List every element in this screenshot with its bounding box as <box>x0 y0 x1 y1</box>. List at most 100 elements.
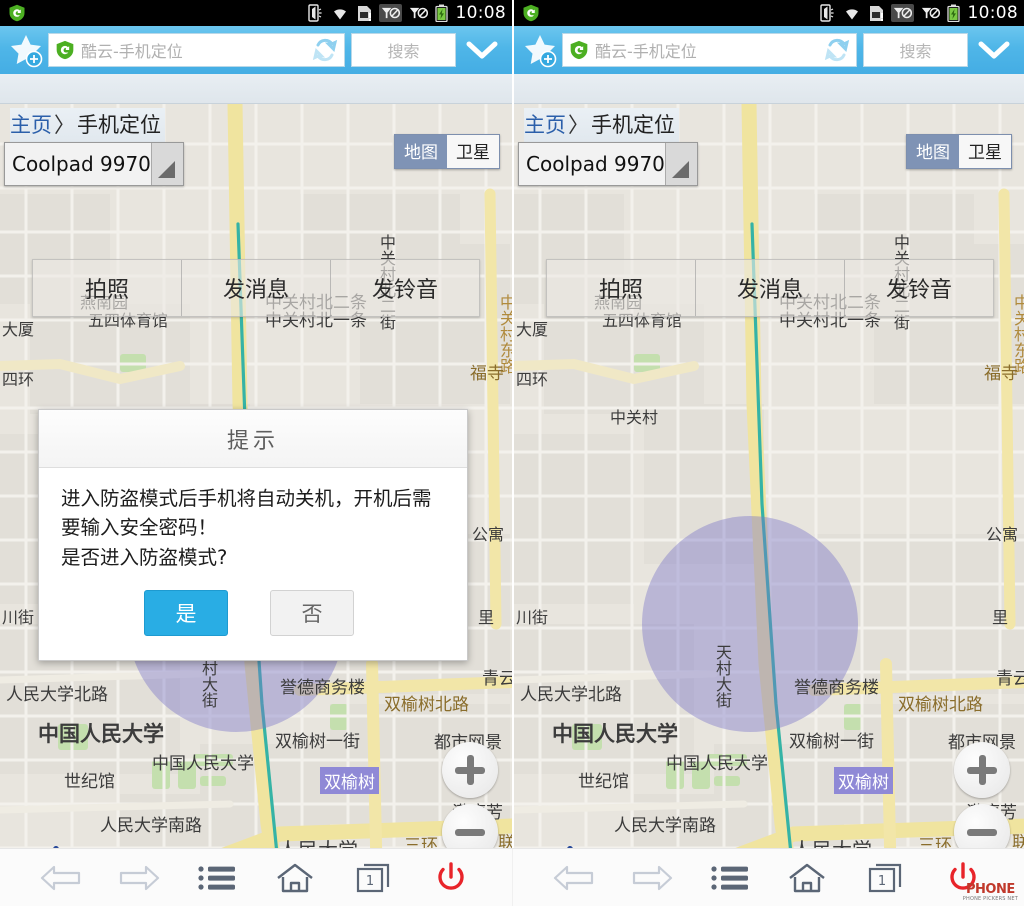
star-plus-icon[interactable] <box>4 28 48 72</box>
bottom-nav-left: 1 <box>0 849 512 906</box>
map-type-toggle[interactable]: 地图 卫星 <box>906 134 1012 169</box>
reload-icon[interactable] <box>824 37 850 63</box>
signal-off-icon-2 <box>921 7 940 19</box>
map-label: 世纪馆 <box>64 772 115 792</box>
map-label: 里 <box>478 608 495 627</box>
home-icon[interactable] <box>270 855 320 901</box>
app-shield-icon <box>523 4 539 22</box>
svg-text:1: 1 <box>366 874 374 889</box>
map-label: 福寺 <box>984 364 1018 384</box>
vibrate-icon <box>307 4 322 22</box>
map-label: 双榆树 <box>834 767 893 794</box>
dialog-message-line-3: 是否进入防盗模式? <box>61 545 228 569</box>
back-icon[interactable] <box>36 855 86 901</box>
bottom-nav-right: 1 <box>512 849 1024 906</box>
back-icon[interactable] <box>549 855 599 901</box>
status-icons <box>307 4 448 22</box>
device-select[interactable]: Coolpad 9970 <box>4 142 184 186</box>
action-photo[interactable]: 拍照 <box>547 260 695 316</box>
action-ring[interactable]: 发铃音 <box>330 260 479 316</box>
dialog-yes-button[interactable]: 是 <box>144 589 228 636</box>
action-photo[interactable]: 拍照 <box>33 260 181 316</box>
map-label: 青云 <box>482 669 512 689</box>
home-icon[interactable] <box>782 855 832 901</box>
action-message[interactable]: 发消息 <box>695 260 844 316</box>
map-label: 中国人民大学 <box>38 722 164 746</box>
app-shield-icon <box>9 4 25 22</box>
breadcrumb: 主页〉手机定位 <box>10 108 165 142</box>
star-plus-icon[interactable] <box>518 28 562 72</box>
status-time: 10:08 <box>967 3 1018 23</box>
device-select[interactable]: Coolpad 9970 <box>518 142 698 186</box>
tabs-icon[interactable]: 1 <box>860 855 910 901</box>
map-zoom-controls <box>954 742 1010 860</box>
zoom-in-button[interactable] <box>442 742 498 798</box>
map-type-satellite[interactable]: 卫星 <box>447 135 499 168</box>
map-type-satellite[interactable]: 卫星 <box>959 135 1011 168</box>
url-bar[interactable]: 酷云-手机定位 <box>48 33 345 67</box>
map-label: 人民大学北路 <box>520 685 622 705</box>
map-label: 人民大学南路 <box>100 816 202 836</box>
page-top-strip <box>514 74 1024 104</box>
map-label: 天村大街 <box>713 644 732 708</box>
dialog-title: 提示 <box>39 410 467 468</box>
map-type-map[interactable]: 地图 <box>907 135 959 168</box>
tabs-icon[interactable]: 1 <box>348 855 398 901</box>
map-label: 双榆树北路 <box>384 695 469 715</box>
map-label: 里 <box>992 608 1009 627</box>
breadcrumb: 主页〉手机定位 <box>524 108 679 142</box>
browser-toolbar: 酷云-手机定位 搜索 <box>514 26 1024 74</box>
forward-icon[interactable] <box>627 855 677 901</box>
map-label: 中国人民大学 <box>666 754 768 774</box>
search-input[interactable]: 搜索 <box>863 33 968 67</box>
url-bar[interactable]: 酷云-手机定位 <box>562 33 857 67</box>
power-icon[interactable] <box>426 855 476 901</box>
menu-list-icon[interactable] <box>192 855 242 901</box>
chevron-down-icon[interactable] <box>968 39 1020 61</box>
menu-list-icon[interactable] <box>705 855 755 901</box>
signal-off-icon-1 <box>378 4 402 22</box>
map-content: 中关村北二条中关村北一条燕南园五四体育馆中关村北二街中关村东路人民大学北路中国人… <box>0 104 512 878</box>
device-select-value: Coolpad 9970 <box>12 152 151 176</box>
sim-alert-icon <box>357 5 371 21</box>
status-bar: 10:08 <box>514 0 1024 26</box>
reload-icon[interactable] <box>312 37 338 63</box>
status-icons <box>819 4 960 22</box>
map-label: 人民大学北路 <box>6 685 108 705</box>
map-label: 世纪馆 <box>578 772 629 792</box>
device-select-arrow-icon <box>664 143 697 185</box>
status-time: 10:08 <box>455 3 506 23</box>
action-ring[interactable]: 发铃音 <box>844 260 993 316</box>
dialog-message-line-1: 进入防盗模式后手机将自动关机，开机后需 <box>61 487 432 510</box>
forward-icon[interactable] <box>114 855 164 901</box>
action-bar: 拍照 发消息 发铃音 <box>32 259 480 317</box>
dual-screenshot: 10:08 酷云-手机定位 搜索 中关村北一条 五四体育馆 中关村东路 人民大学… <box>0 0 1024 906</box>
action-bar: 拍照 发消息 发铃音 <box>546 259 994 317</box>
breadcrumb-home[interactable]: 主页 <box>524 113 566 137</box>
watermark-subtitle: PHONE PICKERS NET <box>962 895 1018 902</box>
map-label: 川街 <box>516 608 549 627</box>
action-message[interactable]: 发消息 <box>181 260 330 316</box>
map-zoom-controls <box>442 742 498 860</box>
map-type-map[interactable]: 地图 <box>395 135 447 168</box>
zoom-in-button[interactable] <box>954 742 1010 798</box>
map-label: 誉德商务楼 <box>280 678 365 698</box>
search-placeholder: 搜索 <box>387 42 420 61</box>
breadcrumb-current: 手机定位 <box>591 113 675 137</box>
browser-toolbar: 酷云-手机定位 搜索 <box>0 26 512 74</box>
map-type-toggle[interactable]: 地图 卫星 <box>394 134 500 169</box>
chevron-down-icon[interactable] <box>456 39 508 61</box>
search-input[interactable]: 搜索 <box>351 33 456 67</box>
vibrate-icon <box>819 4 834 22</box>
map-canvas[interactable]: 中关村北二条中关村北一条燕南园五四体育馆中关村北二街中关村东路人民大学北路中国人… <box>514 104 1024 878</box>
breadcrumb-home[interactable]: 主页 <box>10 113 52 137</box>
map-label: 福寺 <box>470 364 504 384</box>
dialog-no-button[interactable]: 否 <box>270 589 354 636</box>
map-label: 中国人民大学 <box>552 722 678 746</box>
signal-off-icon-2 <box>409 7 428 19</box>
map-content: 中关村北二条中关村北一条燕南园五四体育馆中关村北二街中关村东路人民大学北路中国人… <box>514 104 1024 878</box>
map-label: 川街 <box>2 608 35 627</box>
wifi-icon <box>333 9 346 20</box>
page-top-strip <box>0 74 512 104</box>
breadcrumb-separator: 〉 <box>54 113 75 137</box>
